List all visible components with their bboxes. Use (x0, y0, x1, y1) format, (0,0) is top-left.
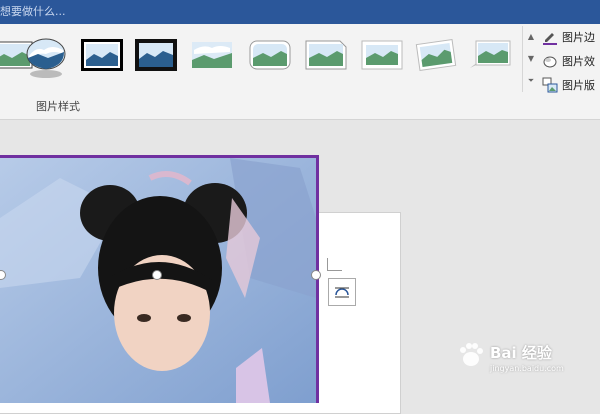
watermark-brand: Bai 经验 (490, 344, 552, 362)
gallery-scroll-up-icon[interactable]: ▲ (525, 28, 537, 46)
baidu-watermark: Bai 经验 jingyan.baidu.com (456, 336, 566, 382)
picture-style-soft-edge[interactable] (190, 38, 234, 72)
picture-style-rotated[interactable] (414, 38, 458, 72)
resize-handle-top-middle[interactable] (152, 270, 162, 280)
picture-style-oval[interactable] (24, 36, 68, 80)
picture-effects-icon (543, 56, 557, 68)
layout-options-button[interactable] (328, 278, 356, 306)
gallery-scroll-down-icon[interactable]: ▼ (525, 50, 537, 68)
layout-options-icon (335, 287, 349, 298)
picture-style-perspective[interactable] (468, 38, 512, 72)
picture-layout-button[interactable]: 图片版 (542, 76, 595, 94)
picture-style-black-frame[interactable] (134, 38, 178, 72)
title-bar: 想要做什么... (0, 0, 600, 24)
picture-style-rounded[interactable] (248, 38, 292, 72)
resize-handle-top-right[interactable] (311, 270, 321, 280)
watermark-url: jingyan.baidu.com (490, 364, 564, 373)
picture-layout-icon (542, 77, 558, 93)
picture-border-icon (543, 33, 557, 45)
picture-border-button[interactable]: 图片边 (542, 28, 595, 46)
picture-styles-group-label: 图片样式 (36, 100, 80, 113)
picture-style-white-frame[interactable] (360, 38, 404, 72)
picture-effects-button[interactable]: 图片效 (542, 52, 595, 70)
anchor-mark-icon (327, 258, 342, 271)
gallery-scrollbar[interactable]: ▲ ▼ ⏷ (522, 26, 539, 92)
ribbon: ▲ ▼ ⏷ 图片样式 图片边 图片效 图片版 (0, 24, 600, 120)
picture-border-label: 图片边 (562, 31, 595, 44)
picture-style-snip-corner[interactable] (304, 38, 348, 72)
picture-format-commands: 图片边 图片效 图片版 (540, 24, 600, 104)
gallery-more-icon[interactable]: ⏷ (525, 72, 537, 90)
tell-me-placeholder: 想要做什么... (0, 5, 66, 18)
picture-style-thick-black[interactable] (80, 38, 124, 72)
picture-layout-label: 图片版 (562, 79, 595, 92)
portrait-image (0, 158, 316, 403)
paw-logo-icon (460, 343, 483, 366)
tell-me-box[interactable]: 想要做什么... (0, 4, 66, 20)
picture-styles-gallery (0, 28, 522, 92)
picture-effects-label: 图片效 (562, 55, 595, 68)
